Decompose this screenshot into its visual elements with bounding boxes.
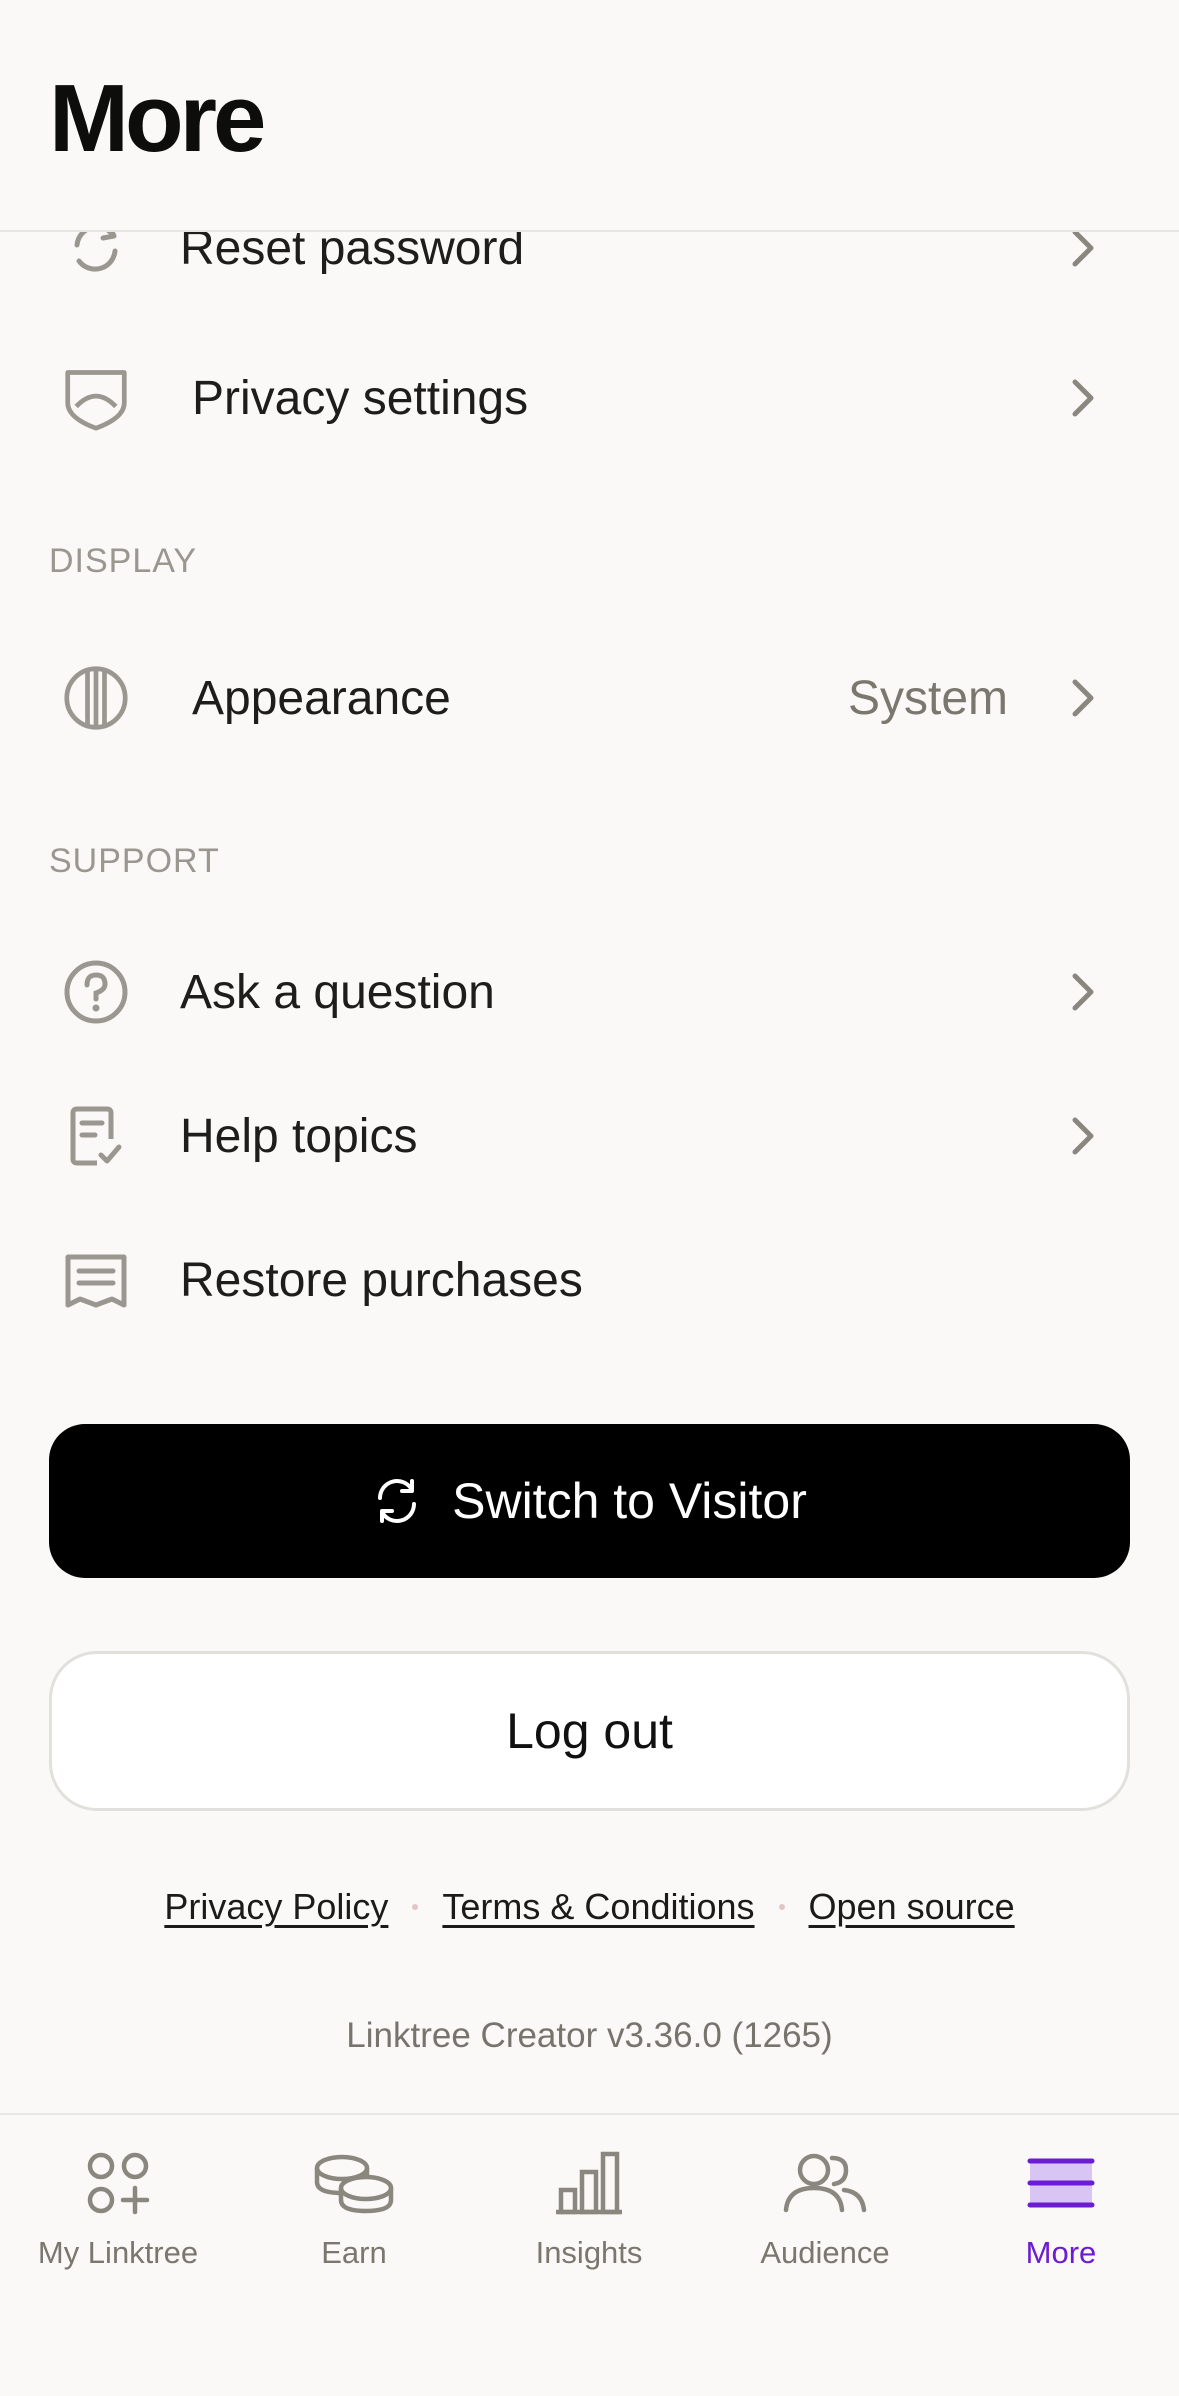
appearance-value: System (847, 671, 1008, 725)
appearance-row[interactable]: Appearance System (0, 638, 1179, 758)
privacy-policy-link[interactable]: Privacy Policy (164, 1886, 388, 1928)
chevron-right-icon (1072, 379, 1094, 417)
chevron-right-icon (1072, 679, 1094, 717)
coins-icon (309, 2145, 399, 2221)
tab-my-linktree[interactable]: My Linktree (0, 2145, 236, 2285)
privacy-settings-label: Privacy settings (192, 371, 529, 425)
ask-question-row[interactable]: Ask a question (0, 932, 1179, 1052)
bottom-tab-bar: My Linktree Earn Insights Audience More (0, 2113, 1179, 2396)
restore-purchases-label: Restore purchases (180, 1253, 583, 1307)
tab-insights[interactable]: Insights (471, 2145, 707, 2285)
page-title: More (49, 65, 266, 172)
more-screen: Reset password Privacy settings DISPLAY … (0, 0, 1179, 2396)
contrast-circle-icon (63, 665, 129, 731)
switch-to-visitor-button[interactable]: Switch to Visitor (49, 1424, 1130, 1578)
tab-label: Earn (321, 2235, 387, 2270)
footer-links: Privacy Policy Terms & Conditions Open s… (0, 1886, 1179, 1928)
log-out-label: Log out (506, 1703, 673, 1759)
display-section-label: DISPLAY (49, 542, 198, 580)
log-out-button[interactable]: Log out (49, 1651, 1130, 1811)
tab-earn[interactable]: Earn (236, 2145, 472, 2285)
restore-purchases-row[interactable]: Restore purchases (0, 1220, 1179, 1340)
switch-to-visitor-label: Switch to Visitor (452, 1473, 807, 1529)
open-source-link[interactable]: Open source (809, 1886, 1015, 1928)
question-circle-icon (63, 959, 129, 1025)
chevron-right-icon (1072, 973, 1094, 1011)
menu-icon (1016, 2145, 1106, 2221)
tab-audience[interactable]: Audience (707, 2145, 943, 2285)
ask-question-label: Ask a question (180, 965, 495, 1019)
separator-dot (778, 1904, 785, 1910)
refresh-icon (378, 1479, 417, 1523)
terms-link[interactable]: Terms & Conditions (442, 1886, 754, 1928)
separator-dot (412, 1904, 419, 1910)
users-icon (780, 2145, 870, 2221)
shapes-icon (73, 2145, 163, 2221)
tab-label: My Linktree (37, 2235, 199, 2270)
support-section-label: SUPPORT (49, 842, 220, 880)
document-check-icon (63, 1103, 129, 1169)
tab-label: Audience (760, 2235, 890, 2270)
page-header: More (0, 0, 1179, 232)
bar-chart-icon (544, 2145, 634, 2221)
receipt-icon (63, 1247, 129, 1313)
privacy-settings-row[interactable]: Privacy settings (0, 338, 1179, 458)
chevron-right-icon (1072, 1117, 1094, 1155)
shield-icon (63, 365, 129, 431)
app-version: Linktree Creator v3.36.0 (1265) (346, 2016, 833, 2055)
appearance-label: Appearance (192, 671, 451, 725)
help-topics-label: Help topics (180, 1109, 418, 1163)
tab-label: Insights (535, 2235, 643, 2270)
tab-more[interactable]: More (943, 2145, 1179, 2285)
help-topics-row[interactable]: Help topics (0, 1076, 1179, 1196)
tab-label: More (1025, 2235, 1097, 2270)
